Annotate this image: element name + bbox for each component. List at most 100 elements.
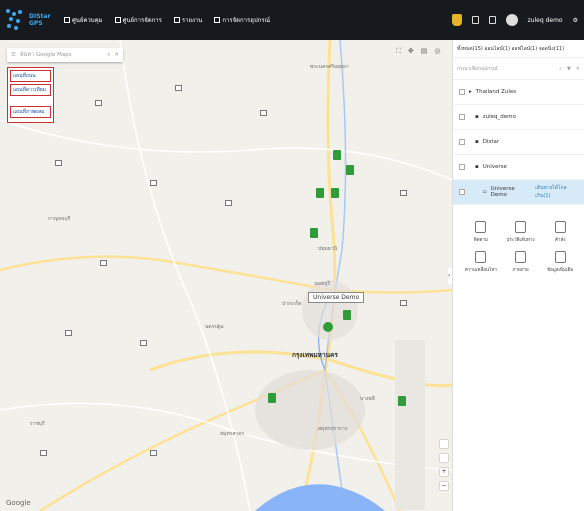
vehicle-marker[interactable]	[333, 150, 341, 160]
close-icon[interactable]: ✕	[114, 52, 119, 58]
chart-icon	[173, 17, 180, 23]
status-tabs[interactable]: ทั้งหมด(15) ออนไลน์(1) ออฟไลน์(1) จอดนิ่…	[453, 40, 584, 58]
map-view[interactable]: พระนครศรีอยุธยา กาญจนบุรี นครปฐม ปทุมธาน…	[0, 40, 452, 511]
action-label: ประวัติเส้นทาง	[506, 238, 535, 243]
menu-icon[interactable]: ☰	[11, 52, 16, 58]
road-shield	[65, 330, 72, 336]
road-shield	[95, 100, 102, 106]
zoom-out-button[interactable]: −	[440, 482, 448, 490]
track-icon	[475, 221, 487, 233]
square-icon	[64, 17, 70, 23]
google-attribution: Google	[6, 499, 31, 507]
tree-node[interactable]: ▪ zuleq_demo	[453, 105, 584, 130]
place-label: นครปฐม	[205, 324, 224, 330]
device-panel: ทั้งหมด(15) ออนไลน์(1) ออฟไลน์(1) จอดนิ่…	[452, 40, 584, 511]
action-command[interactable]: คำสั่ง	[540, 221, 580, 243]
fullscreen-icon[interactable]: ⛶	[396, 47, 401, 56]
vehicle-marker[interactable]	[331, 188, 339, 198]
close-icon[interactable]: ✕	[576, 66, 580, 72]
layers-icon[interactable]: ▤	[421, 47, 428, 56]
action-more-info[interactable]: ข้อมูลเพิ่มเติม	[540, 251, 580, 273]
vehicle-label: Universe Demo	[308, 292, 365, 303]
place-label: กาญจนบุรี	[48, 216, 71, 222]
device-search-input[interactable]: กรุณาเลือกอุปกรณ์	[457, 65, 554, 73]
username[interactable]: zuleq demo	[528, 17, 563, 24]
checkbox[interactable]	[459, 164, 465, 170]
locate-icon[interactable]: ◎	[434, 47, 440, 56]
action-label: ข้อมูลเพิ่มเติม	[546, 268, 574, 273]
map-search-box[interactable]: ☰ ค้นหา Google Maps ⌕ ✕	[7, 48, 123, 62]
map-type-menu: แผนที่ถนน แผนที่ดาวเทียม แผนที่ภาพผสม	[7, 67, 54, 123]
info-icon	[554, 251, 566, 263]
app-logo[interactable]: DIStar GPS	[6, 9, 62, 31]
action-photo[interactable]: ภาพถ่าย	[501, 251, 541, 273]
zoom-in-button[interactable]: +	[440, 468, 448, 476]
device-actions: ติดตาม ประวัติเส้นทาง คำสั่ง ความเคลื่อน…	[453, 205, 584, 273]
folder-icon: ▪	[475, 139, 479, 145]
vehicle-marker[interactable]	[343, 310, 351, 320]
action-label: ภาพถ่าย	[512, 268, 529, 273]
tree-node-label: Thailand Zules	[475, 89, 517, 95]
action-movement[interactable]: ความเคลื่อนไหว	[461, 251, 501, 273]
search-icon[interactable]: ⌕	[107, 52, 110, 59]
action-label: ติดตาม	[473, 238, 488, 243]
nav-management-center[interactable]: ศูนย์การจัดการ	[114, 15, 162, 25]
selected-vehicle-marker[interactable]	[323, 322, 333, 332]
search-input[interactable]: ค้นหา Google Maps	[20, 51, 103, 59]
user-avatar[interactable]	[505, 14, 518, 26]
street-view-icon[interactable]	[440, 454, 448, 462]
tree-node[interactable]: ▪ Universe	[453, 155, 584, 180]
nav-label: ศูนย์ควบคุม	[72, 17, 103, 24]
action-track[interactable]: ติดตาม	[461, 221, 501, 243]
checkbox[interactable]	[459, 189, 465, 195]
filter-icon[interactable]: ▼	[567, 66, 571, 72]
map-layers-button[interactable]	[440, 440, 448, 448]
tree-node-label: Universe Demo	[490, 186, 515, 198]
command-icon	[554, 221, 566, 233]
road-shield	[260, 110, 267, 116]
camera-icon	[514, 251, 526, 263]
place-label: ราชบุรี	[30, 421, 45, 427]
map-canvas	[0, 40, 452, 511]
search-icon[interactable]: ⌕	[559, 66, 562, 72]
trophy-icon[interactable]	[451, 14, 462, 26]
road-shield	[225, 200, 232, 206]
tree-node[interactable]: ▪ Distar	[453, 130, 584, 155]
tree-node-label: Distar	[482, 139, 500, 145]
place-label: บางพลี	[360, 396, 375, 402]
logo-text-line1: DIStar	[29, 13, 51, 20]
folder-icon: ▪	[475, 114, 479, 120]
move-icon[interactable]: ✥	[408, 47, 414, 56]
vehicle-icon: ▫	[482, 189, 487, 195]
lock-icon[interactable]	[488, 16, 496, 24]
vehicle-marker[interactable]	[316, 188, 324, 198]
map-type-road[interactable]: แผนที่ถนน	[10, 70, 51, 82]
settings-icon[interactable]: ⚙	[573, 17, 578, 24]
vehicle-marker[interactable]	[268, 393, 276, 403]
road-shield	[140, 340, 147, 346]
nav-control-center[interactable]: ศูนย์ควบคุม	[64, 15, 103, 25]
checkbox[interactable]	[459, 114, 465, 120]
tree-node-label: Universe	[482, 164, 507, 170]
map-type-hybrid[interactable]: แผนที่ภาพผสม	[10, 106, 51, 118]
logo-text-line2: GPS	[29, 20, 43, 27]
stats-icon[interactable]	[471, 16, 479, 24]
action-playback[interactable]: ประวัติเส้นทาง	[501, 221, 541, 243]
tree-node-label: zuleq_demo	[482, 114, 516, 120]
status-tabs-label[interactable]: ทั้งหมด(15) ออนไลน์(1) ออฟไลน์(1) จอดนิ่…	[457, 45, 564, 53]
tree-node-selected[interactable]: ▫ Universe Demo เดินทางได้ไกลเกิน(1)	[453, 180, 584, 205]
checkbox[interactable]	[459, 89, 465, 95]
map-type-satellite[interactable]: แผนที่ดาวเทียม	[10, 84, 51, 96]
vehicle-marker[interactable]	[310, 228, 318, 238]
vehicle-marker[interactable]	[346, 165, 354, 175]
expand-icon[interactable]: ▸	[469, 89, 472, 95]
tree-node[interactable]: ▸ Thailand Zules	[453, 80, 584, 105]
nav-reports[interactable]: รายงาน	[173, 15, 203, 25]
place-label: นนทบุรี	[314, 281, 330, 287]
nav-device-management[interactable]: การจัดการอุปกรณ์	[214, 15, 270, 25]
checkbox[interactable]	[459, 139, 465, 145]
grid-icon	[114, 17, 121, 23]
device-icon	[214, 17, 221, 23]
vehicle-marker[interactable]	[398, 396, 406, 406]
nav-label: รายงาน	[181, 17, 203, 24]
